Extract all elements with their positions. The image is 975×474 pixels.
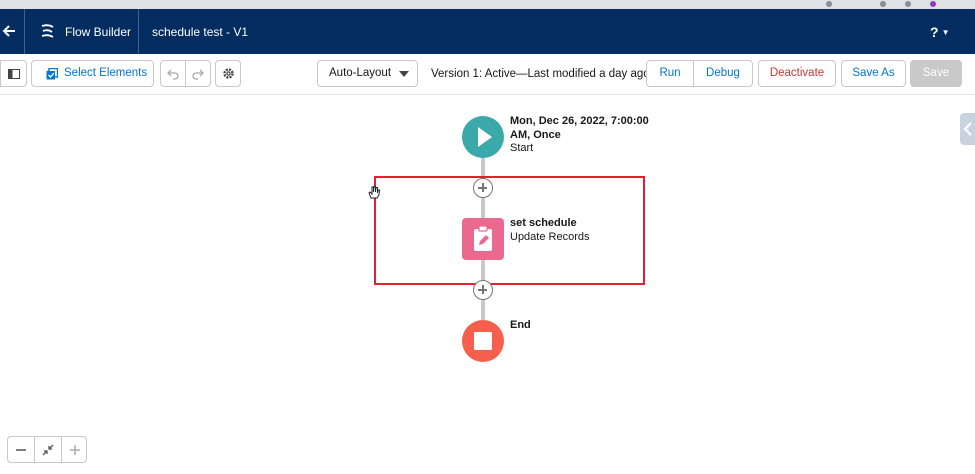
connector-line xyxy=(481,157,485,177)
deactivate-button[interactable]: Deactivate xyxy=(758,60,836,87)
gear-icon xyxy=(223,68,234,79)
chevron-left-icon xyxy=(963,122,972,136)
undo-button[interactable] xyxy=(160,60,186,87)
redo-icon xyxy=(192,69,204,80)
play-icon xyxy=(478,127,492,147)
undo-icon xyxy=(167,69,179,80)
zoom-in-button[interactable] xyxy=(62,437,88,462)
header-divider xyxy=(24,9,25,54)
zoom-out-button[interactable] xyxy=(8,437,34,462)
header-divider xyxy=(138,9,139,54)
settings-button[interactable] xyxy=(215,60,241,87)
version-status: Version 1: Active—Last modified a day ag… xyxy=(431,68,650,80)
browser-icon xyxy=(826,1,832,7)
help-label: ? xyxy=(930,24,939,40)
run-button[interactable]: Run xyxy=(646,60,694,87)
right-panel-toggle[interactable] xyxy=(960,113,975,145)
hand-cursor-icon xyxy=(368,186,381,199)
fit-view-button[interactable] xyxy=(35,437,61,462)
browser-icon xyxy=(880,1,886,7)
connector-line xyxy=(481,300,485,320)
layout-mode-select[interactable]: Auto-Layout xyxy=(317,60,418,87)
toolbar: Select Elements Auto-Layout Version 1: A… xyxy=(0,54,975,95)
browser-tab-strip xyxy=(0,0,975,9)
stop-icon xyxy=(474,332,492,350)
browser-icon xyxy=(905,1,911,7)
redo-button[interactable] xyxy=(185,60,211,87)
back-button[interactable] xyxy=(0,21,18,41)
add-element-button[interactable] xyxy=(473,280,493,300)
select-elements-button[interactable]: Select Elements xyxy=(31,60,154,87)
end-node-title: End xyxy=(510,319,531,331)
profile-avatar[interactable] xyxy=(930,1,936,7)
select-elements-icon xyxy=(46,68,58,80)
highlight-annotation xyxy=(374,176,645,285)
panel-toggle-icon xyxy=(8,69,20,79)
layout-mode-value: Auto-Layout xyxy=(329,67,392,79)
debug-button[interactable]: Debug xyxy=(693,60,753,87)
flow-icon xyxy=(41,24,54,38)
save-button[interactable]: Save xyxy=(910,60,962,87)
app-header: Flow Builder schedule test - V1 ? ▼ xyxy=(0,9,975,54)
arrow-left-icon xyxy=(2,25,15,37)
start-node-title-continued: AM, Once xyxy=(510,129,561,141)
zoom-controls xyxy=(7,436,87,463)
minus-icon xyxy=(16,449,26,451)
fit-view-icon xyxy=(42,444,54,456)
start-node-subtitle: Start xyxy=(510,142,534,154)
save-as-button[interactable]: Save As xyxy=(841,60,906,87)
help-menu-button[interactable]: ? ▼ xyxy=(930,23,958,41)
app-name: Flow Builder xyxy=(65,25,132,39)
select-elements-label: Select Elements xyxy=(64,67,148,79)
chevron-down-icon xyxy=(399,71,409,77)
flow-title: schedule test - V1 xyxy=(152,25,249,39)
start-node-title: Mon, Dec 26, 2022, 7:00:00 xyxy=(510,115,649,127)
start-node[interactable] xyxy=(462,116,504,158)
chevron-down-icon: ▼ xyxy=(941,28,950,38)
toggle-panel-button[interactable] xyxy=(0,60,27,87)
plus-icon xyxy=(70,445,80,455)
end-node[interactable] xyxy=(462,320,504,362)
